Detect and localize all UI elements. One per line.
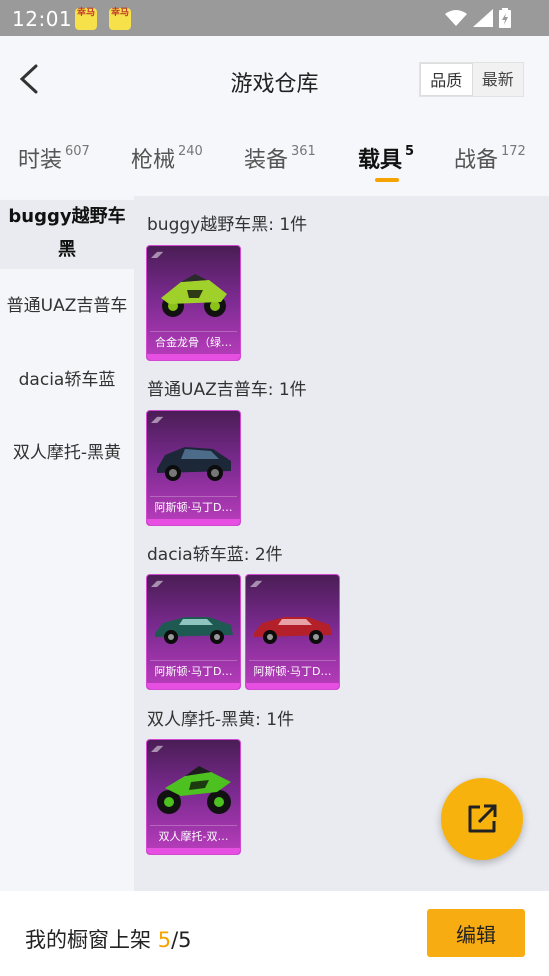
- tab-vehicles[interactable]: 载具 5: [358, 142, 414, 174]
- group-title: 普通UAZ吉普车: 1件: [147, 380, 307, 400]
- tab-fashion[interactable]: 时装 607: [18, 142, 90, 174]
- status-icons: [445, 8, 511, 28]
- group-title: dacia轿车蓝: 2件: [147, 545, 283, 565]
- vehicle-name: 合金龙骨（绿…: [150, 331, 237, 353]
- vehicle-card[interactable]: ◢◤ 阿斯顿·马丁D…: [146, 410, 241, 526]
- tab-guns[interactable]: 枪械 240: [131, 142, 203, 174]
- showcase-used-count: 5: [157, 928, 172, 952]
- signal-icon: [473, 9, 493, 27]
- suv-car-icon: [157, 447, 231, 481]
- vehicle-name: 阿斯顿·马丁D…: [249, 660, 336, 682]
- motorcycle-icon: [157, 766, 231, 814]
- category-tabs: 时装 607 枪械 240 装备 361 载具 5 战备 172: [0, 126, 549, 196]
- vehicle-name: 阿斯顿·马丁D…: [150, 660, 237, 682]
- sidebar-item-buggy[interactable]: buggy越野车黑: [0, 200, 134, 269]
- app-notification-icon: 幸马: [75, 8, 97, 30]
- tab-equipment[interactable]: 装备 361: [244, 142, 316, 174]
- vehicle-card[interactable]: ◢◤ 双人摩托-双…: [146, 739, 241, 855]
- sports-car-icon: [254, 617, 332, 644]
- status-bar: 12:01 幸马 幸马: [0, 0, 549, 36]
- sidebar-item-uaz[interactable]: 普通UAZ吉普车: [0, 292, 134, 320]
- battery-icon: [499, 8, 511, 28]
- group-title: buggy越野车黑: 1件: [147, 215, 308, 235]
- vehicle-card[interactable]: ◢◤ 阿斯顿·马丁D…: [146, 574, 241, 690]
- app-header: 游戏仓库 品质 最新: [0, 36, 549, 126]
- buggy-car-icon: [161, 274, 227, 317]
- sort-quality-button[interactable]: 品质: [420, 63, 473, 96]
- share-button[interactable]: [441, 778, 523, 860]
- showcase-count: 我的橱窗上架 5/5: [25, 928, 192, 952]
- sidebar-item-motorcycle[interactable]: 双人摩托-黑黄: [0, 439, 134, 467]
- vehicle-name: 阿斯顿·马丁D…: [150, 496, 237, 518]
- sidebar-item-dacia[interactable]: dacia轿车蓝: [0, 366, 134, 394]
- group-title: 双人摩托-黑黄: 1件: [147, 710, 295, 730]
- app-notification-icon: 幸马: [109, 8, 131, 30]
- share-icon: [468, 804, 497, 833]
- vehicle-card[interactable]: ◢◤ 阿斯顿·马丁D…: [245, 574, 340, 690]
- bottom-bar: 我的橱窗上架 5/5 编辑: [0, 891, 549, 976]
- edit-button[interactable]: 编辑: [427, 909, 525, 957]
- vehicle-card[interactable]: ◢◤ 合金龙骨（绿…: [146, 245, 241, 361]
- sports-car-icon: [155, 617, 233, 644]
- sort-toggle: 品质 最新: [419, 62, 524, 97]
- vehicle-sidebar: buggy越野车黑 普通UAZ吉普车 dacia轿车蓝 双人摩托-黑黄: [0, 196, 134, 891]
- sort-newest-button[interactable]: 最新: [472, 63, 523, 96]
- tab-supplies[interactable]: 战备 172: [454, 142, 526, 174]
- status-time: 12:01: [12, 7, 73, 31]
- wifi-icon: [445, 10, 467, 26]
- active-tab-indicator: [375, 178, 399, 182]
- vehicle-name: 双人摩托-双…: [150, 825, 237, 847]
